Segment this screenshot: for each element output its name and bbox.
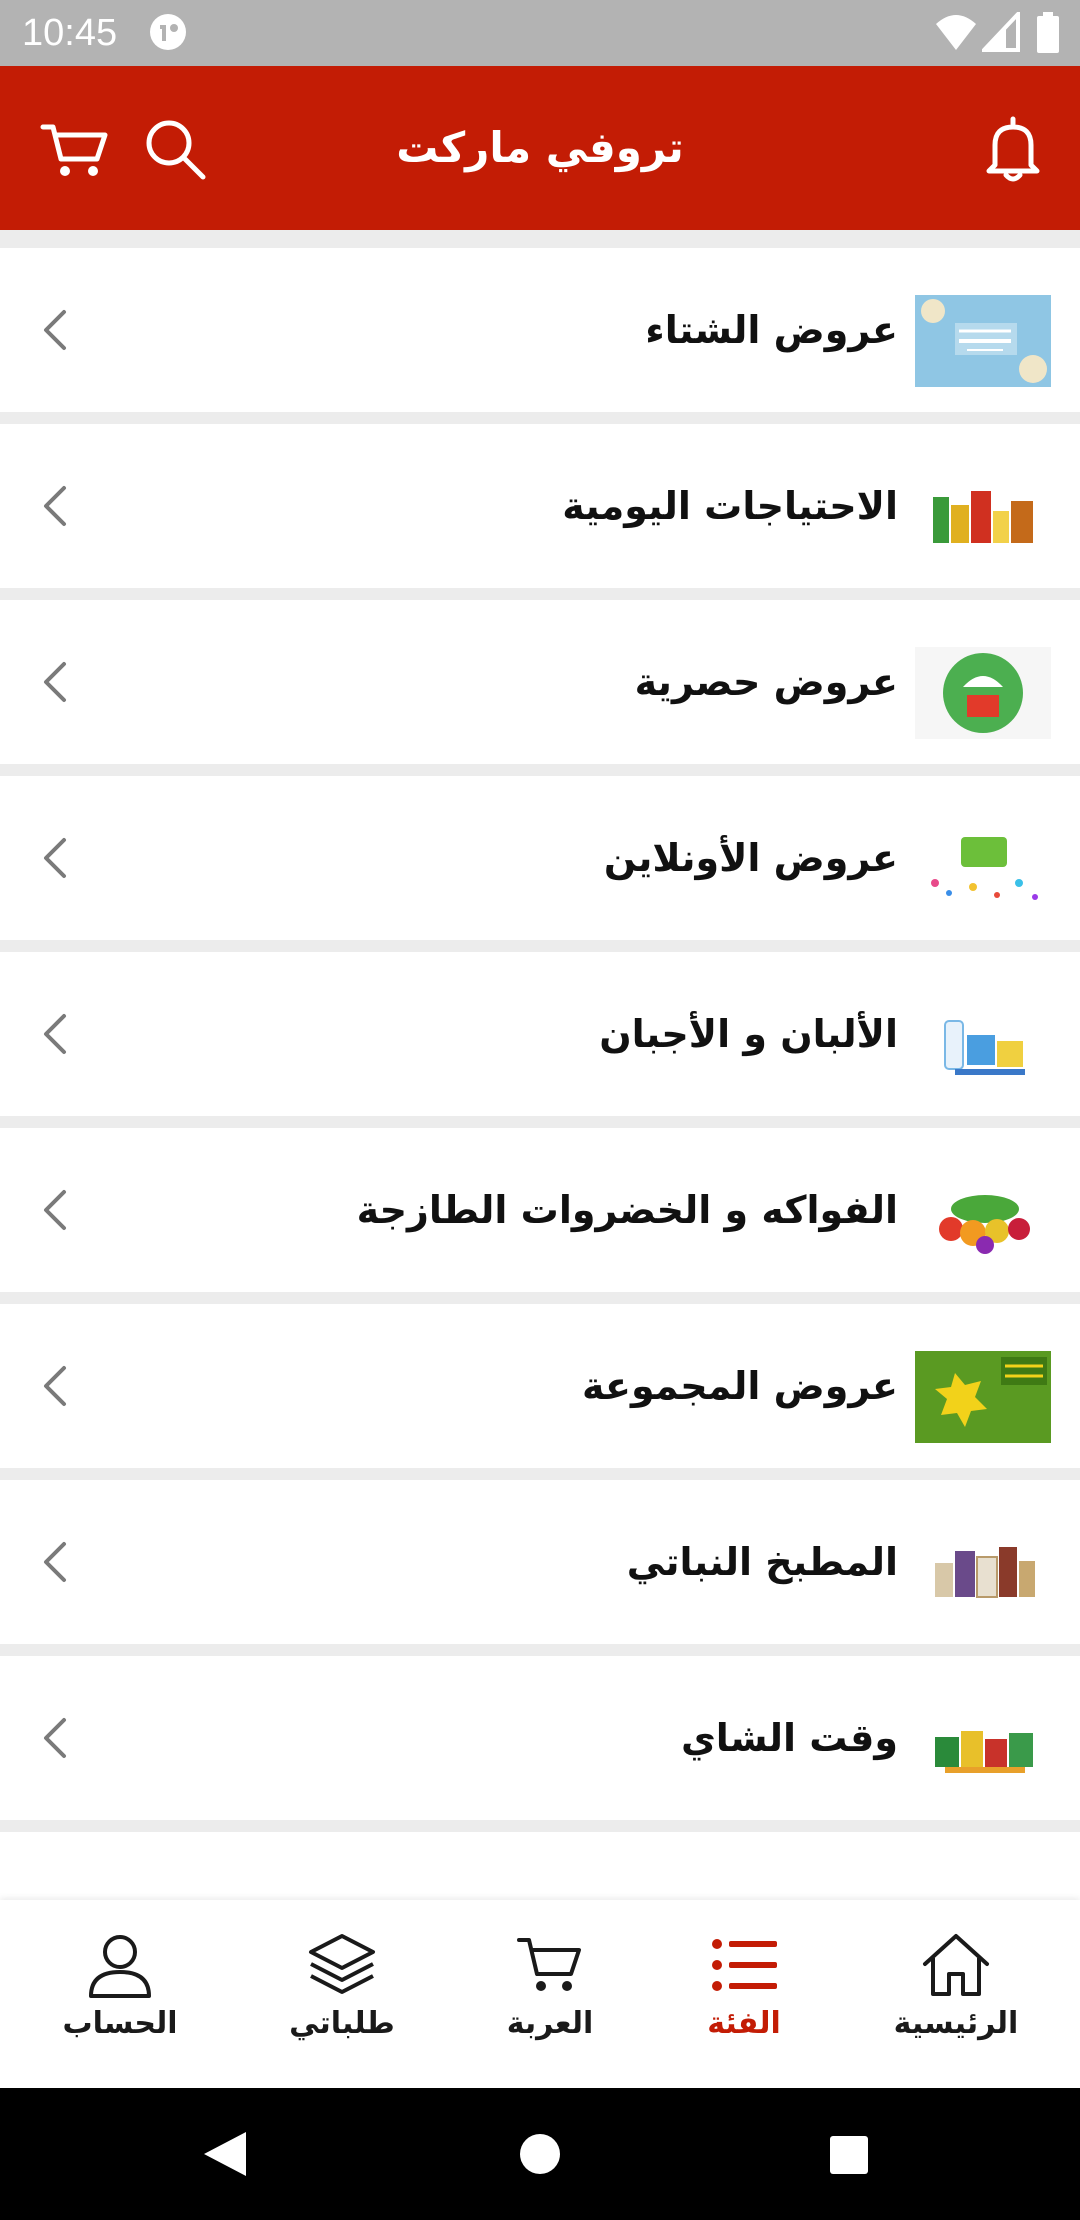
cart-button[interactable] [30,104,120,194]
category-row[interactable]: عروض الشتاء [0,248,1080,412]
chevron-left-icon [44,1190,66,1230]
category-row[interactable]: عروض حصرية [0,600,1080,764]
category-label: الفواكه و الخضروات الطازجة [356,1188,898,1232]
status-time: 10:45 [22,12,118,54]
bell-icon [986,116,1040,182]
category-label: عروض حصرية [634,660,898,704]
nav-label: الحساب [62,2006,178,2041]
category-row[interactable]: الاحتياجات اليومية [0,424,1080,588]
status-bar: 10:45 [0,0,1080,66]
exclusive-offers-thumbnail [915,647,1051,739]
nav-label: طلباتي [289,2006,395,2041]
list-icon [712,1939,777,1991]
nav-label: الفئة [707,2006,781,2041]
app-header: تروفي ماركت [0,66,1080,230]
category-thumbnail [915,1879,1051,1900]
app-badge-icon [150,14,186,50]
battery-icon [1037,12,1059,53]
dairy-cheese-thumbnail [915,999,1051,1091]
category-label: عروض الشتاء [645,308,898,352]
bottom-navigation: الحساب طلباتي العربة الفئة الرئيسية [0,1900,1080,2088]
home-icon [923,1934,989,1996]
layers-icon [309,1934,375,1994]
online-deals-thumbnail [915,823,1051,915]
plant-kitchen-thumbnail [915,1527,1051,1619]
winter-warmers-thumbnail [915,295,1051,387]
chevron-left-icon [44,1014,66,1054]
category-label: عروض الأونلاين [603,836,898,880]
chevron-left-icon [44,310,66,350]
category-row[interactable]: الألبان و الأجبان [0,952,1080,1116]
category-label: وقت الشاي [680,1716,898,1760]
search-button[interactable] [130,104,220,194]
category-row-partial[interactable] [0,1832,1080,1900]
nav-cart[interactable]: العربة [450,1900,650,2088]
chevron-left-icon [44,662,66,702]
category-row[interactable]: الفواكه و الخضروات الطازجة [0,1128,1080,1292]
category-row[interactable]: المطبخ النباتي [0,1480,1080,1644]
chevron-left-icon [44,1718,66,1758]
category-label: الاحتياجات اليومية [562,484,898,528]
nav-home[interactable]: الرئيسية [856,1900,1056,2088]
nav-label: العربة [506,2006,594,2041]
recents-icon[interactable] [828,2134,870,2176]
app-screen: 10:45 تروفي ماركت عروض الشتاء الاحتياجات… [0,0,1080,2220]
chevron-left-icon [44,1366,66,1406]
page-title: تروفي ماركت [396,123,684,172]
category-row[interactable]: عروض الأونلاين [0,776,1080,940]
fruits-vegetables-thumbnail [915,1175,1051,1267]
daily-needs-thumbnail [915,471,1051,563]
category-row[interactable]: وقت الشاي [0,1656,1080,1820]
category-label: الألبان و الأجبان [599,1012,898,1056]
category-row[interactable]: عروض المجموعة [0,1304,1080,1468]
cart-icon [40,124,108,176]
wifi-icon [936,15,976,50]
bundle-blast-thumbnail [915,1351,1051,1443]
system-navigation-bar [0,2088,1080,2220]
user-icon [89,1935,151,1998]
nav-category[interactable]: الفئة [644,1900,844,2088]
category-label: عروض المجموعة [581,1364,898,1408]
category-label: المطبخ النباتي [626,1540,898,1584]
nav-label: الرئيسية [893,2006,1019,2041]
cart-icon [517,1938,581,1991]
chevron-left-icon [44,838,66,878]
chevron-left-icon [44,1542,66,1582]
nav-account[interactable]: الحساب [20,1900,220,2088]
signal-icon [982,12,1020,52]
home-circle-icon[interactable] [518,2132,562,2176]
category-list: عروض الشتاء الاحتياجات اليومية عروض حصري… [0,230,1080,1900]
search-icon [146,120,206,180]
tea-time-thumbnail [915,1703,1051,1795]
nav-orders[interactable]: طلباتي [242,1900,442,2088]
notifications-button[interactable] [968,104,1058,194]
back-icon[interactable] [200,2128,250,2180]
chevron-left-icon [44,486,66,526]
